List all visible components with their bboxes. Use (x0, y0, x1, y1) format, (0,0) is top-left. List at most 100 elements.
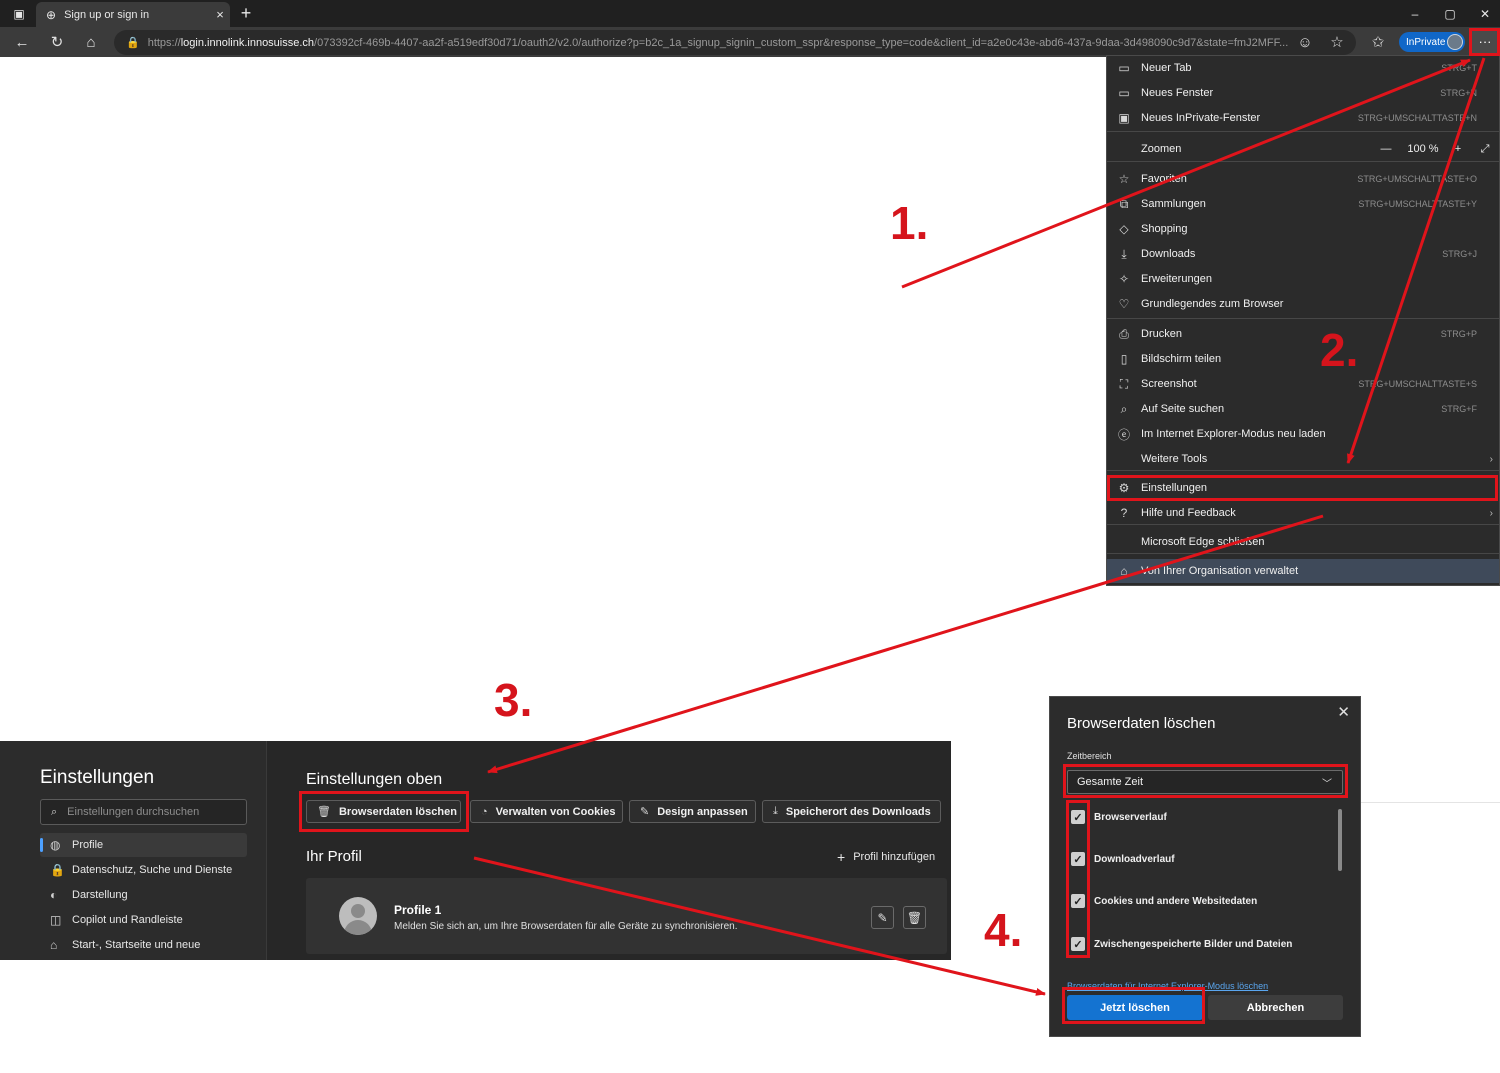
menu-item-downloads[interactable]: ⤓ Downloads STRG+J (1107, 242, 1499, 266)
menu-item-shortcut: STRG+UMSCHALTTASTE+O (1357, 174, 1477, 184)
menu-item-erweiterungen[interactable]: ✧ Erweiterungen (1107, 267, 1499, 291)
menu-item-auf-seite-suchen[interactable]: ⌕ Auf Seite suchen STRG+F (1107, 397, 1499, 421)
zoom-in-button[interactable]: + (1445, 143, 1471, 155)
home-icon[interactable]: ⌂ (77, 30, 105, 54)
address-bar[interactable]: 🔒 https:// login.innolink.innosuisse.ch … (114, 30, 1356, 55)
menu-item-von-ihrer-organisation-verwaltet[interactable]: ⌂ Von Ihrer Organisation verwaltet (1107, 559, 1499, 583)
fullscreen-icon[interactable]: ⤢ (1471, 143, 1499, 156)
profile-card: Profile 1 Melden Sie sich an, um Ihre Br… (306, 878, 947, 954)
menu-item-bildschirm-teilen[interactable]: ▯ Bildschirm teilen (1107, 347, 1499, 371)
zoom-out-button[interactable]: — (1371, 143, 1401, 155)
tab-actions-icon[interactable]: ▣ (2, 0, 36, 27)
tracking-icon[interactable]: ☺ (1291, 30, 1319, 54)
cancel-button[interactable]: Abbrechen (1208, 995, 1343, 1020)
menu-item-neuer-tab[interactable]: ▭ Neuer Tab STRG+T (1107, 56, 1499, 80)
checkbox-check-icon[interactable]: ✓ (1071, 810, 1085, 824)
sidebar-item-copilot-und-randleiste[interactable]: ◫ Copilot und Randleiste (40, 908, 247, 932)
menu-item-favoriten[interactable]: ☆ Favoriten STRG+UMSCHALTTASTE+O (1107, 167, 1499, 191)
delete-profile-icon[interactable]: 🗑 (903, 906, 926, 929)
menu-divider (1107, 318, 1499, 319)
menu-item-drucken[interactable]: ⎙ Drucken STRG+P (1107, 322, 1499, 346)
menu-item-neues-fenster[interactable]: ▭ Neues Fenster STRG+N (1107, 81, 1499, 105)
menu-item-microsoft-edge-schlie-en[interactable]: Microsoft Edge schließen (1107, 530, 1499, 554)
time-range-select[interactable]: Gesamte Zeit ﹀ (1067, 770, 1343, 794)
window-close-icon[interactable]: ✕ (1468, 0, 1500, 27)
menu-item-hilfe-und-feedback[interactable]: ? Hilfe und Feedback › (1107, 501, 1499, 525)
menu-item-grundlegendes-zum-browser[interactable]: ♡ Grundlegendes zum Browser (1107, 292, 1499, 316)
search-icon: ⌕ (51, 805, 58, 818)
new-tab-button[interactable]: + (234, 2, 258, 24)
menu-item-label: Einstellungen (1141, 482, 1208, 494)
dialog-title: Browserdaten löschen (1067, 715, 1216, 732)
inprivate-badge[interactable]: InPrivate (1399, 32, 1465, 52)
menu-item-zoomen[interactable]: Zoomen —100 % + ⤢ (1107, 137, 1499, 161)
checkbox-label: Zwischengespeicherte Bilder und Dateien (1094, 938, 1293, 950)
help-icon: ? (1120, 506, 1128, 520)
add-profile-label: Profil hinzufügen (853, 851, 936, 863)
menu-item-screenshot[interactable]: ⛶ Screenshot STRG+UMSCHALTTASTE+S (1107, 372, 1499, 396)
plus-icon: + (837, 849, 846, 865)
menu-item-weitere-tools[interactable]: Weitere Tools › (1107, 447, 1499, 471)
chip-verwalten-von-cookies[interactable]: ◔ Verwalten von Cookies (470, 800, 623, 823)
refresh-icon[interactable]: ↻ (43, 30, 71, 54)
checkbox-check-icon[interactable]: ✓ (1071, 937, 1085, 951)
add-profile-button[interactable]: + Profil hinzufügen (837, 849, 935, 865)
settings-main: Einstellungen oben 🗑 Browserdaten löschen… (267, 741, 951, 960)
sidebar-item-start-startseite-und-neue[interactable]: ⌂ Start-, Startseite und neue (40, 933, 247, 957)
sidebar-item-datenschutz-suche-und-dienste[interactable]: 🔒 Datenschutz, Suche und Dienste (40, 858, 247, 882)
edit-profile-icon[interactable]: ✎ (871, 906, 894, 929)
chip-design-anpassen[interactable]: ✎ Design anpassen (629, 800, 756, 823)
settings-and-more-button[interactable]: ··· (1471, 29, 1499, 54)
menu-item-shopping[interactable]: ◇ Shopping (1107, 217, 1499, 241)
active-tab[interactable]: ⊕ Sign up or sign in × (36, 2, 230, 27)
checkbox-check-icon[interactable]: ✓ (1071, 852, 1085, 866)
time-range-label: Zeitbereich (1067, 751, 1112, 761)
sidebar-item-profile[interactable]: ◍ Profile (40, 833, 247, 857)
menu-item-label: Von Ihrer Organisation verwaltet (1141, 565, 1299, 577)
chip-browserdaten-lo-schen[interactable]: 🗑 Browserdaten löschen (306, 800, 461, 823)
menu-item-label: Favoriten (1141, 173, 1187, 185)
menu-item-label: Shopping (1141, 223, 1188, 235)
avatar (339, 897, 377, 935)
dialog-close-icon[interactable]: ✕ (1337, 703, 1350, 721)
settings-and-more-menu: ▭ Neuer Tab STRG+T ▭ Neues Fenster STRG+N ▣ Neu… (1106, 55, 1500, 586)
checkbox-label: Cookies und andere Websitedaten (1094, 895, 1258, 907)
sidebar-item-label: Start-, Startseite und neue (72, 939, 201, 951)
restore-icon[interactable]: ▢ (1433, 0, 1467, 27)
sidebar-item-darstellung[interactable]: ◐ Darstellung (40, 883, 247, 907)
menu-item-im-internet-explorer-modus-neu-laden[interactable]: ⓔ Im Internet Explorer-Modus neu laden (1107, 422, 1499, 446)
sidebar-item-label: Darstellung (72, 889, 128, 901)
settings-search-placeholder: Einstellungen durchsuchen (67, 806, 200, 818)
tab-close-icon[interactable]: × (210, 7, 230, 22)
ie-mode-icon: ⓔ (1117, 427, 1130, 442)
new-window-icon: ▭ (1118, 86, 1130, 100)
clear-ie-mode-data-link[interactable]: Browserdaten für Internet Explorer-Modus… (1067, 981, 1268, 991)
menu-item-einstellungen[interactable]: ⚙ Einstellungen (1107, 476, 1499, 500)
menu-item-neues-inprivate-fenster[interactable]: ▣ Neues InPrivate-Fenster STRG+UMSCHALTTAS… (1107, 106, 1499, 130)
checkbox-browserverlauf[interactable]: ✓ Browserverlauf (1071, 808, 1167, 826)
menu-item-sammlungen[interactable]: ⧉ Sammlungen STRG+UMSCHALTTASTE+Y (1107, 192, 1499, 216)
settings-gear-icon: ⚙ (1118, 481, 1130, 495)
menu-item-shortcut: STRG+UMSCHALTTASTE+Y (1358, 199, 1477, 209)
menu-divider (1107, 131, 1499, 132)
settings-sidebar: Einstellungen ⌕ Einstellungen durchsuche… (0, 741, 267, 960)
menu-item-label: Auf Seite suchen (1141, 403, 1225, 415)
checkbox-downloadverlauf[interactable]: ✓ Downloadverlauf (1071, 850, 1175, 868)
dialog-scrollbar[interactable] (1338, 809, 1342, 871)
globe-icon: ⊕ (46, 7, 57, 22)
settings-search-input[interactable]: ⌕ Einstellungen durchsuchen (40, 799, 247, 825)
checkbox-zwischengespeicherte-bilder-und-dateien[interactable]: ✓ Zwischengespeicherte Bilder und Dateien (1071, 935, 1292, 953)
favorite-star-icon[interactable]: ☆ (1323, 30, 1351, 54)
back-icon[interactable]: ← (8, 30, 36, 54)
checkbox-cookies-und-andere-websitedaten[interactable]: ✓ Cookies und andere Websitedaten (1071, 892, 1257, 910)
chip-speicherort-des-downloads[interactable]: ⤓ Speicherort des Downloads (762, 800, 941, 823)
clear-browsing-data-dialog: Browserdaten löschen ✕ Zeitbereich Gesam… (1049, 696, 1361, 1037)
clear-now-button[interactable]: Jetzt löschen (1067, 995, 1203, 1020)
profile-avatar-icon (1447, 34, 1463, 50)
minimize-icon[interactable]: – (1398, 0, 1432, 27)
step-label-2: 2. (1320, 324, 1359, 376)
favorites-bar-icon[interactable]: ✩ (1364, 30, 1392, 54)
checkbox-check-icon[interactable]: ✓ (1071, 894, 1085, 908)
top-settings-title: Einstellungen oben (306, 771, 443, 788)
inprivate-label: InPrivate (1406, 36, 1446, 48)
